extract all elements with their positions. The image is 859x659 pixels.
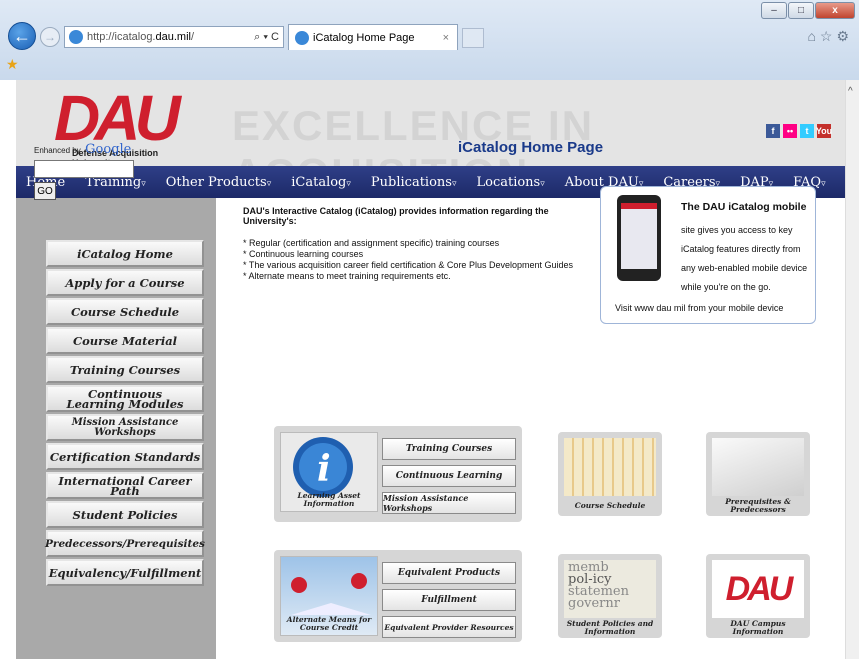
sidebar-item-equivalency-fulfillment[interactable]: Equivalency/Fulfillment: [46, 559, 204, 586]
fulfillment-button[interactable]: Fulfillment: [382, 589, 516, 611]
mobile-footer: Visit www dau mil from your mobile devic…: [615, 303, 784, 313]
google-search: Enhanced by Google GO: [34, 140, 134, 200]
sidebar-item-student-policies[interactable]: Student Policies: [46, 501, 204, 528]
sidebar-item-predecessors-prerequisites[interactable]: Predecessors/Prerequisites: [45, 530, 205, 557]
prerequisites-caption: Prerequisites & Predecessors: [725, 497, 791, 514]
facebook-icon[interactable]: f: [766, 124, 780, 138]
search-input[interactable]: [34, 160, 134, 178]
ie-page-icon: [69, 30, 83, 44]
course-schedule-caption: Course Schedule: [574, 501, 646, 510]
sidebar-item-course-material[interactable]: Course Material: [46, 327, 204, 354]
social-links: f •• t You: [766, 124, 832, 138]
address-tools[interactable]: ⌕ ▾ C: [254, 31, 283, 44]
go-button[interactable]: GO: [34, 182, 56, 200]
equivalent-provider-resources-button[interactable]: Equivalent Provider Resources: [382, 616, 516, 638]
close-button[interactable]: x: [815, 2, 855, 19]
intro-bullet: * Regular (certification and assignment …: [243, 238, 500, 248]
prerequisites-tile[interactable]: Prerequisites & Predecessors: [706, 432, 810, 516]
intro-bullet: * The various acquisition career field c…: [243, 260, 573, 270]
student-policies-tile[interactable]: memb pol-icy statemen governr Student Po…: [558, 554, 662, 638]
sidebar-item-apply-for-course[interactable]: Apply for a Course: [46, 269, 204, 296]
back-button[interactable]: ←: [8, 22, 36, 50]
intro-text: DAU's Interactive Catalog (iCatalog) pro…: [243, 206, 593, 282]
learning-asset-panel: i Learning Asset Information Training Co…: [274, 426, 522, 522]
sidebar-item-training-courses[interactable]: Training Courses: [46, 356, 204, 383]
tab-title: iCatalog Home Page: [313, 31, 415, 44]
intro-bullet: * Alternate means to meet training requi…: [243, 271, 451, 281]
dau-campus-tile[interactable]: DAU DAU Campus Information: [706, 554, 810, 638]
policy-word: governr: [568, 596, 620, 611]
alternate-means-panel: Alternate Means for Course Credit Equiva…: [274, 550, 522, 642]
toolbar-icons[interactable]: ⌂☆⚙: [807, 28, 853, 45]
scroll-up-icon[interactable]: ^: [848, 86, 853, 97]
dau-campus-caption: DAU Campus Information: [730, 619, 786, 636]
student-policies-image: memb pol-icy statemen governr: [564, 560, 656, 618]
sidebar-item-continuous-learning[interactable]: Continuous Learning Modules: [46, 385, 204, 412]
logo-letters: DAU: [54, 82, 181, 154]
navigation-bar: ← → http://icatalog.dau.mil/ ⌕ ▾ C iCata…: [0, 20, 859, 52]
maximize-button[interactable]: □: [788, 2, 814, 19]
address-url: http://icatalog.dau.mil/: [87, 31, 195, 43]
browser-chrome: – □ x ← → http://icatalog.dau.mil/ ⌕ ▾ C…: [0, 0, 859, 80]
google-logo: Google: [85, 142, 132, 157]
page-content: DAU Defense Acquisition University EXCEL…: [0, 80, 845, 659]
course-schedule-tile[interactable]: Course Schedule: [558, 432, 662, 516]
alternate-means-image: [291, 573, 371, 615]
campus-logo-letters: DAU: [725, 569, 794, 608]
forward-button[interactable]: →: [40, 27, 60, 47]
minimize-button[interactable]: –: [761, 2, 787, 19]
mobile-title: The DAU iCatalog mobile: [681, 201, 807, 213]
menu-locations[interactable]: Locations▿: [466, 175, 554, 190]
course-schedule-image: [564, 438, 656, 496]
sidebar-item-course-schedule[interactable]: Course Schedule: [46, 298, 204, 325]
site-header: DAU Defense Acquisition University EXCEL…: [16, 80, 845, 197]
mobile-text: site gives you access to key iCatalog fe…: [681, 225, 808, 292]
menu-other-products[interactable]: Other Products▿: [156, 175, 281, 190]
phone-image: [617, 195, 661, 281]
training-courses-button[interactable]: Training Courses: [382, 438, 516, 460]
favorites-star-icon[interactable]: ★: [6, 56, 19, 73]
student-policies-caption: Student Policies and Information: [566, 619, 654, 636]
twitter-icon[interactable]: t: [800, 124, 814, 138]
address-bar[interactable]: http://icatalog.dau.mil/ ⌕ ▾ C: [64, 26, 284, 48]
new-tab-button[interactable]: [462, 28, 484, 48]
ie-tab-icon: [295, 30, 309, 45]
continuous-learning-button[interactable]: Continuous Learning: [382, 465, 516, 487]
tab-close-icon[interactable]: ×: [443, 32, 449, 44]
window-controls: – □ x: [761, 2, 855, 19]
favorites-bar: ★: [0, 54, 859, 76]
enhanced-by-label: Enhanced by: [34, 146, 81, 155]
browser-tab[interactable]: iCatalog Home Page ×: [288, 24, 458, 50]
youtube-icon[interactable]: You: [816, 124, 832, 138]
menu-publications[interactable]: Publications▿: [361, 175, 467, 190]
prerequisites-image: [712, 438, 804, 496]
intro-bullet: * Continuous learning courses: [243, 249, 364, 259]
sidebar-item-international-career-path[interactable]: International Career Path: [46, 472, 204, 499]
svg-text:i: i: [317, 448, 331, 490]
alternate-means-caption: Alternate Means for Course Credit: [286, 615, 372, 632]
intro-lead: DAU's Interactive Catalog (iCatalog) pro…: [243, 206, 549, 226]
mobile-promo[interactable]: The DAU iCatalog mobile site gives you a…: [600, 186, 816, 324]
intro-bullets: * Regular (certification and assignment …: [243, 238, 593, 282]
dau-campus-image: DAU: [712, 560, 804, 618]
learning-asset-caption: Learning Asset Information: [297, 491, 361, 508]
sidebar-item-mission-assistance[interactable]: Mission Assistance Workshops: [46, 414, 204, 441]
flickr-icon[interactable]: ••: [783, 124, 797, 138]
menu-icatalog[interactable]: iCatalog▿: [281, 175, 361, 190]
mission-assistance-button[interactable]: Mission Assistance Workshops: [382, 492, 516, 514]
sidebar-item-certification-standards[interactable]: Certification Standards: [46, 443, 204, 470]
page-title: iCatalog Home Page: [458, 139, 604, 156]
equivalent-products-button[interactable]: Equivalent Products: [382, 562, 516, 584]
sidebar-item-icatalog-home[interactable]: iCatalog Home: [46, 240, 204, 267]
vertical-scrollbar[interactable]: ^: [845, 80, 859, 659]
